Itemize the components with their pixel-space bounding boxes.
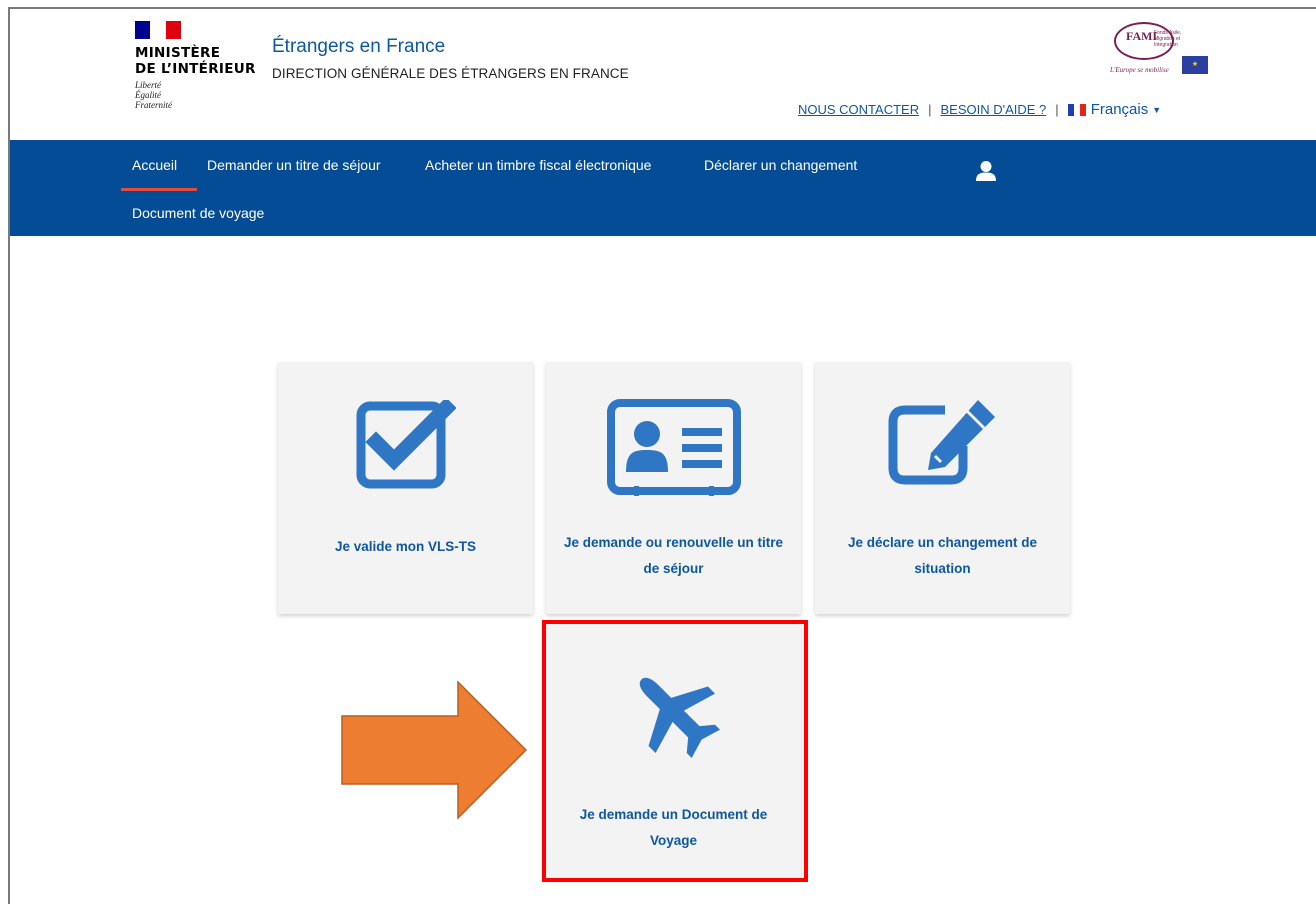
main-nav: Accueil Demander un titre de séjour Ache… [10,140,1316,236]
fami-logo-text: FAMI [1126,29,1158,43]
caret-down-icon: ▼ [1152,104,1162,115]
orange-arrow-icon [341,680,528,820]
language-label: Français [1090,101,1149,118]
checkbox-icon [356,400,456,489]
tile-label: Je valide mon VLS-TS [334,539,477,554]
help-link[interactable]: BESOIN D'AIDE ? [941,102,1047,117]
utility-links: NOUS CONTACTER | BESOIN D'AIDE ? | Franç… [798,101,1161,118]
nav-item-document-voyage[interactable]: Document de voyage [132,205,264,221]
fami-logo-subtext: Fonds Asile, Migration et Intégration [1154,30,1182,48]
site-title[interactable]: Étrangers en France [272,36,445,58]
french-flag-icon [1067,103,1086,116]
separator: | [928,102,932,117]
contact-link[interactable]: NOUS CONTACTER [798,102,919,117]
nav-item-accueil[interactable]: Accueil [132,157,177,173]
republic-motto: Liberté Égalité Fraternité [135,80,172,110]
active-tab-indicator [121,188,197,191]
nav-item-declarer-changement[interactable]: Déclarer un changement [704,157,857,173]
edit-icon [888,400,995,485]
tile-demande-titre-sejour[interactable]: Je demande ou renouvelle un titre de séj… [546,362,801,614]
language-selector[interactable]: Français ▼ [1067,101,1162,118]
id-card-icon [606,399,741,496]
fami-logo-slogan: L'Europe se mobilise [1110,66,1169,74]
user-icon[interactable] [975,160,997,182]
highlight-box [542,620,808,882]
site-subtitle: DIRECTION GÉNÉRALE DES ÉTRANGERS EN FRAN… [272,66,629,81]
tile-valider-vls-ts[interactable]: Je valide mon VLS-TS [278,362,533,614]
tile-label: Je demande ou renouvelle un titre de séj… [563,535,784,576]
eu-flag-icon: ★ [1182,56,1208,74]
nav-item-titre-sejour[interactable]: Demander un titre de séjour [207,157,381,173]
fami-logo: FAMI Fonds Asile, Migration et Intégrati… [1110,18,1208,78]
ministry-name: MINISTÈRE DE L’INTÉRIEUR [135,45,256,77]
tile-declarer-changement[interactable]: Je déclare un changement de situation [815,362,1070,614]
separator: | [1055,102,1059,117]
tile-label: Je déclare un changement de situation [847,535,1038,576]
marianne-flag-icon [135,21,181,39]
ministry-logo[interactable]: MINISTÈRE DE L’INTÉRIEUR Liberté Égalité… [135,21,275,131]
nav-item-timbre-fiscal[interactable]: Acheter un timbre fiscal électronique [425,157,651,173]
